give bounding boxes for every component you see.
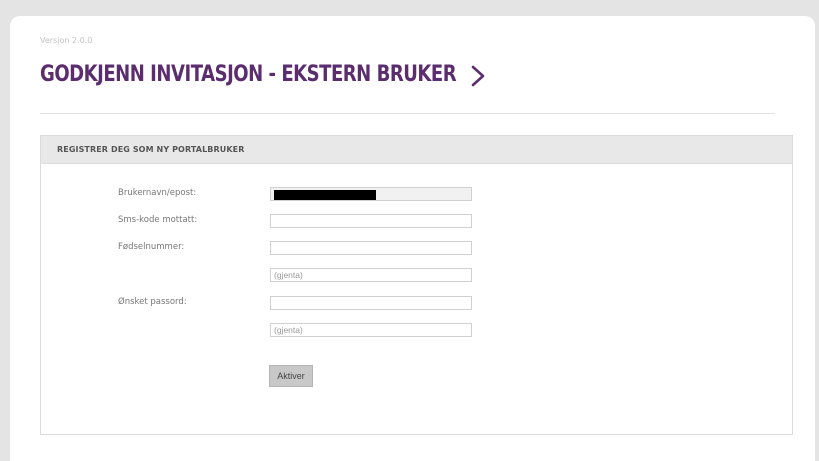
page-title: GODKJENN INVITASJON - EKSTERN BRUKER: [40, 62, 457, 87]
activate-button[interactable]: Aktiver: [269, 365, 313, 387]
password-input[interactable]: [270, 296, 472, 310]
registration-panel: REGISTRER DEG SOM NY PORTALBRUKER Bruker…: [40, 135, 793, 435]
sms-code-label: Sms-kode mottatt:: [118, 215, 198, 225]
panel-header: REGISTRER DEG SOM NY PORTALBRUKER: [41, 136, 792, 164]
ssn-input[interactable]: [270, 241, 472, 255]
ssn-label: Fødselnummer:: [118, 242, 185, 252]
title-divider: [40, 113, 775, 114]
chevron-right-icon[interactable]: [467, 64, 489, 88]
password-label: Ønsket passord:: [118, 297, 187, 307]
sms-code-input[interactable]: [270, 214, 472, 228]
ssn-repeat-input[interactable]: [270, 268, 472, 282]
password-repeat-input[interactable]: [270, 323, 472, 337]
redacted-username: [274, 190, 376, 200]
page-title-row: GODKJENN INVITASJON - EKSTERN BRUKER: [40, 62, 547, 87]
version-label: Versjon 2.0.0: [40, 36, 93, 45]
username-field[interactable]: [270, 187, 472, 201]
content-card: Versjon 2.0.0 GODKJENN INVITASJON - EKST…: [10, 16, 815, 461]
username-label: Brukernavn/epost:: [118, 188, 197, 198]
